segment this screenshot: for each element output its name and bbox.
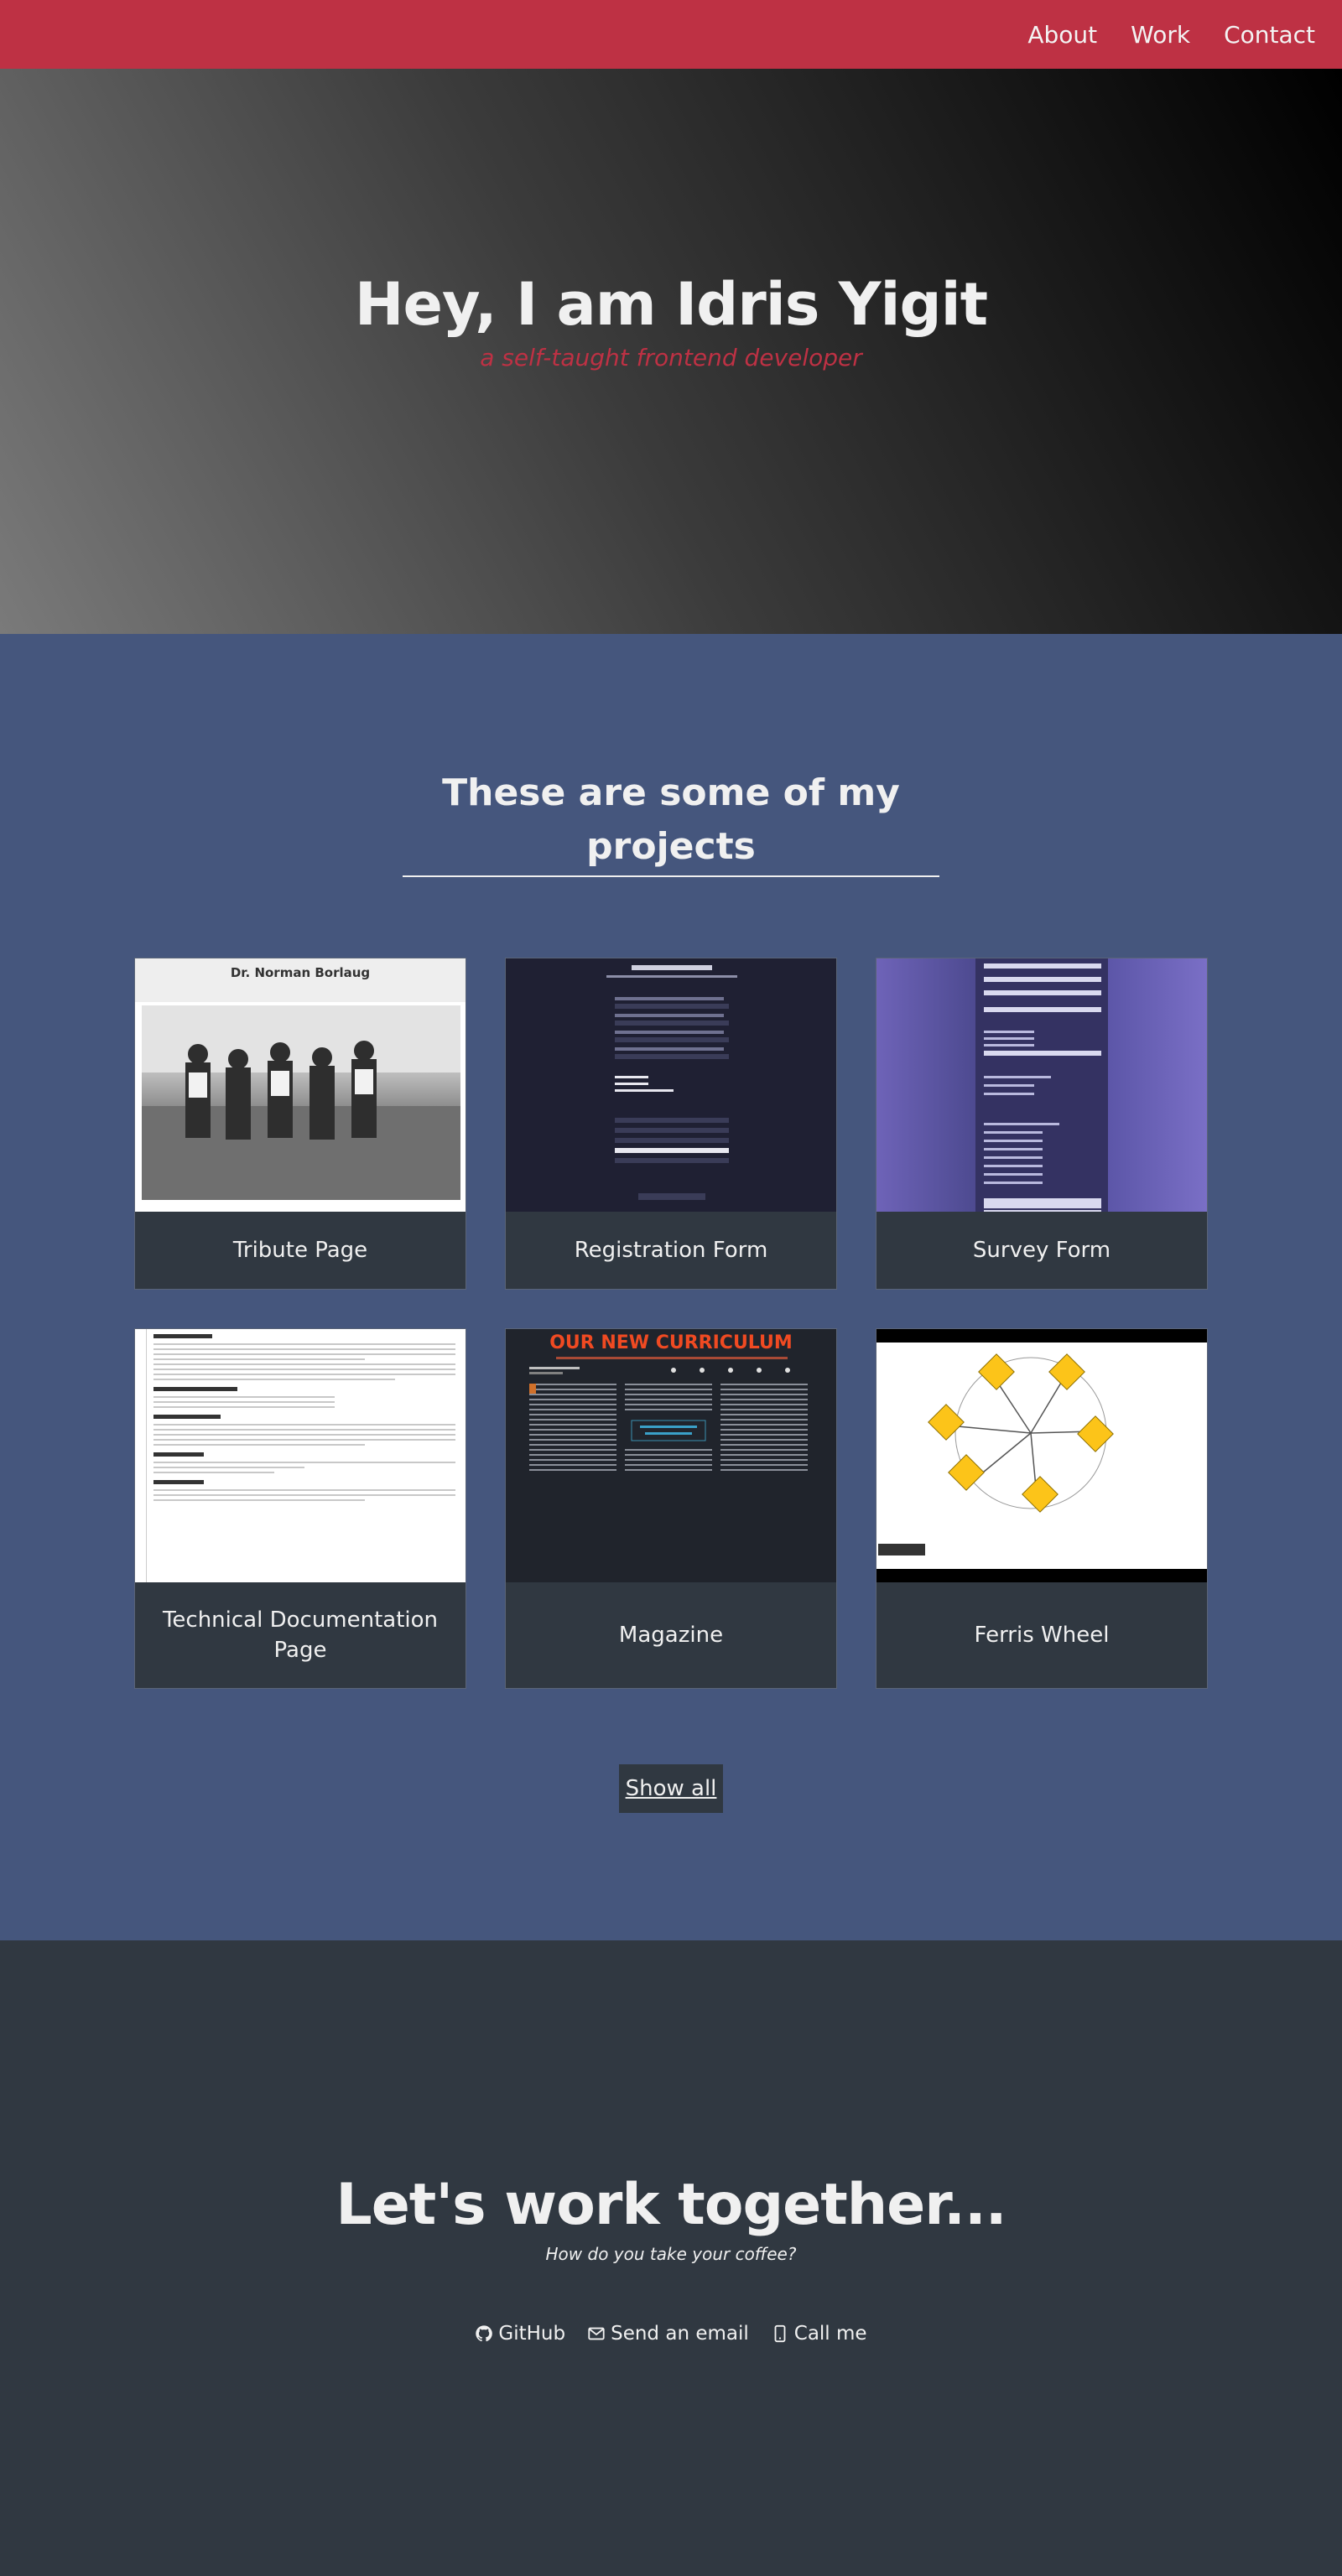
- welcome-section: Hey, I am Idris Yigit a self-taught fron…: [0, 69, 1342, 634]
- photo-image: [142, 1005, 460, 1200]
- project-title: Magazine: [618, 1623, 724, 1648]
- hero-title: Hey, I am Idris Yigit: [354, 270, 988, 339]
- top-navbar: About Work Contact: [0, 0, 1342, 69]
- project-thumbnail: [876, 958, 1207, 1212]
- project-thumbnail: [506, 958, 836, 1212]
- nav-link-contact[interactable]: Contact: [1224, 21, 1315, 49]
- github-icon: [476, 2325, 493, 2342]
- project-title: Tribute Page: [232, 1238, 368, 1263]
- github-link[interactable]: GitHub: [475, 2323, 565, 2345]
- projects-section: These are some of my projects Dr. Norman…: [0, 634, 1342, 1940]
- nav-link-about[interactable]: About: [1027, 21, 1097, 49]
- project-tile-tribute[interactable]: Dr. Norman Borlaug Tribute Page: [134, 958, 466, 1290]
- thumbnail-title: OUR NEW CURRICULUM: [549, 1332, 793, 1353]
- email-link-label: Send an email: [611, 2323, 749, 2345]
- thumbnail-title: Dr. Norman Borlaug: [230, 965, 371, 980]
- contact-heading: Let's work together...: [336, 2172, 1006, 2238]
- envelope-icon: [588, 2327, 605, 2340]
- call-link-label: Call me: [793, 2323, 867, 2345]
- contact-section: Let's work together... How do you take y…: [0, 1940, 1342, 2576]
- project-title: Ferris Wheel: [974, 1623, 1110, 1648]
- nav-link-work[interactable]: Work: [1131, 21, 1190, 49]
- project-thumbnail: Dr. Norman Borlaug: [135, 958, 466, 1212]
- project-title: Survey Form: [972, 1238, 1111, 1263]
- hero-subtitle: a self-taught frontend developer: [480, 344, 862, 371]
- project-title: Registration Form: [574, 1238, 768, 1263]
- show-all-button[interactable]: Show all: [619, 1764, 723, 1813]
- email-link[interactable]: Send an email: [587, 2323, 749, 2345]
- contact-subheading: How do you take your coffee?: [545, 2244, 797, 2264]
- projects-heading: These are some of my projects: [403, 766, 939, 877]
- project-tile-survey-form[interactable]: Survey Form: [876, 958, 1208, 1290]
- project-tile-ferris-wheel[interactable]: Ferris Wheel: [876, 1328, 1208, 1689]
- project-tile-magazine[interactable]: OUR NEW CURRICULUM Magazine: [505, 1328, 837, 1689]
- project-thumbnail: OUR NEW CURRICULUM: [506, 1329, 836, 1582]
- project-thumbnail: [876, 1329, 1207, 1582]
- contact-links: GitHub Send an email Call me: [0, 2323, 1342, 2345]
- project-tile-technical-documentation[interactable]: Technical Documentation Page: [134, 1328, 466, 1689]
- call-link[interactable]: Call me: [771, 2323, 867, 2345]
- github-link-label: GitHub: [498, 2323, 566, 2345]
- project-thumbnail: [135, 1329, 466, 1582]
- project-title: Technical Documentation Page: [162, 1607, 439, 1663]
- project-tile-registration-form[interactable]: Registration Form: [505, 958, 837, 1290]
- mobile-phone-icon: [774, 2324, 786, 2343]
